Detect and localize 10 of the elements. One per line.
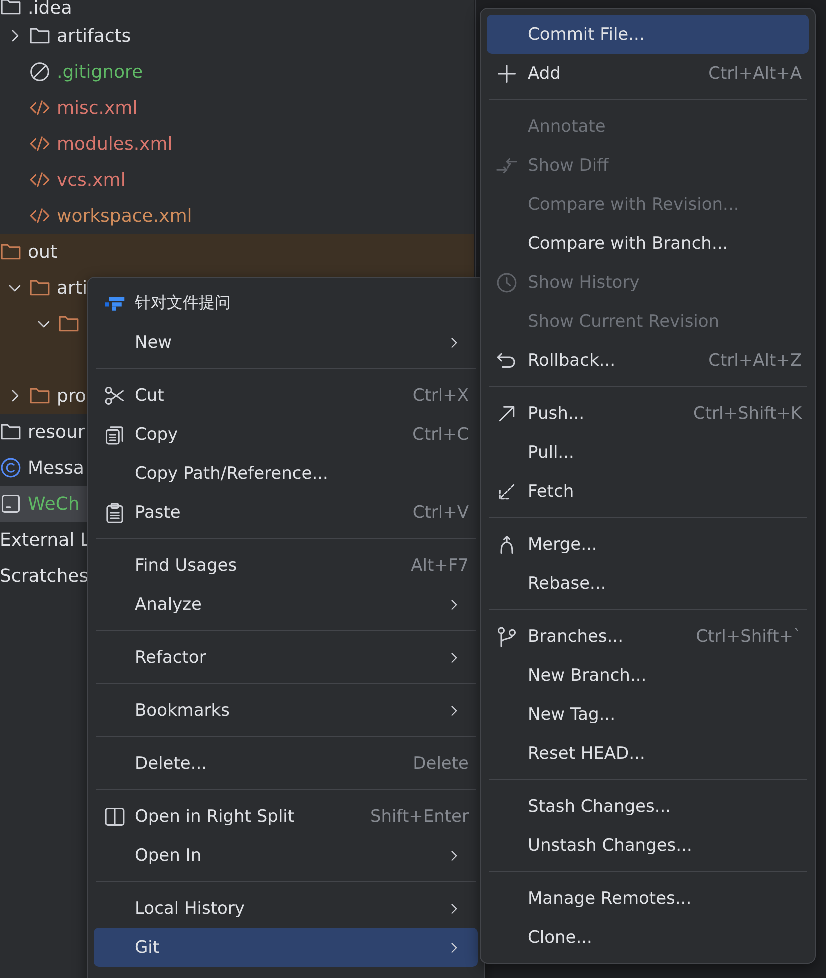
shortcut-label: Ctrl+V (412, 502, 469, 522)
shortcut-label: Delete (413, 754, 469, 774)
shortcut-label: Ctrl+C (412, 424, 469, 444)
shortcut-label: Alt+F7 (411, 556, 469, 576)
shortcut-label: Shift+Enter (370, 806, 469, 826)
shortcut-label: Ctrl+Shift+K (693, 404, 802, 424)
shortcut-label: Ctrl+Alt+A (708, 64, 802, 84)
shortcut-label: Ctrl+Alt+Z (708, 350, 802, 370)
shortcut-label: Ctrl+Shift+` (696, 626, 802, 646)
shortcut-label: Ctrl+X (412, 386, 469, 406)
